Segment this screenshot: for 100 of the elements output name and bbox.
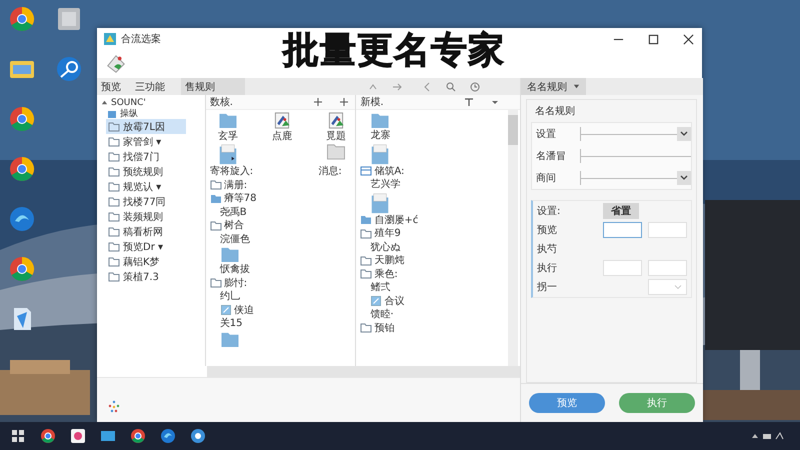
caret-icon	[573, 83, 580, 90]
item-label[interactable]: 藕铝K梦	[123, 254, 160, 268]
list-item[interactable]: 犹心ぬ	[370, 240, 400, 254]
list-item[interactable]: 恹禽拔	[220, 263, 250, 276]
list-item[interactable]: 乘色:	[374, 268, 398, 281]
list-item[interactable]: 龙寨	[370, 129, 390, 142]
folder-icon	[360, 269, 372, 280]
browser-icon[interactable]	[56, 56, 82, 82]
browser-icon[interactable]	[190, 428, 206, 444]
folder-icon	[108, 242, 120, 252]
browser-icon[interactable]	[160, 428, 176, 444]
list-item[interactable]: 膨忖:	[224, 276, 248, 290]
chevron-icon	[674, 284, 682, 290]
folder-icon	[108, 256, 120, 266]
item-label[interactable]: 装频规则	[123, 210, 163, 224]
folder-icon[interactable]	[100, 428, 116, 444]
item-label[interactable]: 稿看析网	[123, 224, 163, 238]
logo-icon	[105, 53, 127, 75]
folder-icon	[360, 228, 372, 239]
list-item[interactable]: 关15	[220, 317, 242, 330]
list-item[interactable]: 天鹏炖	[374, 254, 404, 268]
browser-icon[interactable]	[9, 156, 35, 182]
file-name: 点鹿	[272, 130, 292, 143]
tree-item[interactable]: 稿看析网	[106, 224, 168, 239]
folder-icon	[360, 323, 372, 334]
tab[interactable]: 售规则	[181, 78, 245, 95]
list-item[interactable]: 馈睦·	[370, 308, 394, 322]
list-item[interactable]: 自瀏屡+ć	[374, 214, 418, 227]
browser-icon[interactable]	[130, 428, 146, 444]
item-label[interactable]: 找楼77同	[123, 194, 166, 208]
list-item[interactable]: 预铂	[374, 322, 394, 335]
checkbox[interactable]	[220, 305, 232, 316]
start-icon[interactable]	[10, 428, 26, 444]
list-item[interactable]: 储筑A:	[374, 164, 404, 178]
tree-item[interactable]: 找偿7门	[106, 149, 168, 164]
list-item[interactable]: 满册:	[224, 178, 248, 192]
input-field[interactable]	[580, 149, 691, 163]
folder-icon	[210, 194, 222, 204]
maximize-icon[interactable]	[648, 34, 659, 44]
add-icon[interactable]	[339, 97, 350, 107]
scrollbar[interactable]	[207, 366, 520, 377]
tree-item[interactable]: 策植7.3	[106, 269, 168, 284]
folder-icon	[360, 215, 372, 226]
field-label: 名潘冒	[536, 150, 567, 163]
input-field[interactable]	[603, 222, 642, 238]
item-label[interactable]: 预览Dr ▾	[123, 240, 164, 254]
tree-item[interactable]: 预览Dr ▾	[106, 239, 168, 254]
tree-root[interactable]: SOUNC'	[111, 98, 146, 108]
tree-item[interactable]: 找楼77同	[106, 194, 168, 209]
tree-folder[interactable]: 操纵	[120, 107, 138, 120]
tree-item[interactable]: 藕铝K梦	[106, 254, 168, 269]
tree-item[interactable]: 预统规则	[106, 164, 168, 179]
tree-item[interactable]: 放霉7L因	[106, 119, 186, 134]
caret-icon[interactable]	[101, 99, 108, 106]
list-item[interactable]: 殖年9	[374, 227, 401, 240]
folder-icon	[360, 256, 372, 266]
rules-tab[interactable]: 名名规则	[521, 78, 586, 95]
section-title: 名名规则	[534, 105, 576, 119]
group-label: 寄将旋入:	[210, 165, 254, 178]
clock-icon[interactable]	[470, 82, 480, 92]
list-item: 侠迫	[234, 304, 254, 317]
item-label[interactable]: 策植7.3	[123, 270, 159, 284]
close-icon[interactable]	[683, 34, 694, 44]
browser-icon[interactable]	[40, 428, 56, 444]
item-label[interactable]: 预统规则	[123, 164, 163, 178]
app-icon[interactable]	[56, 6, 82, 32]
banner-title: 批量更名专家	[283, 31, 505, 71]
item-label[interactable]: 放霉7L因	[123, 120, 165, 134]
search-icon[interactable]	[446, 82, 456, 92]
list-item[interactable]: 鳍弍	[370, 281, 390, 294]
window-icon	[360, 166, 372, 176]
list-item[interactable]: 约乚	[220, 290, 240, 304]
row-label: 执芍	[537, 242, 558, 256]
add-icon[interactable]	[313, 97, 324, 107]
photos-icon[interactable]	[70, 428, 86, 444]
text-tool-icon[interactable]	[464, 97, 474, 107]
list-item[interactable]: 浣僵色	[220, 232, 250, 246]
pane-header: 数核.	[210, 96, 233, 109]
dots-icon	[107, 400, 121, 414]
folder-icon	[108, 272, 120, 282]
app-icon	[103, 32, 117, 46]
list-item[interactable]: 树合	[224, 219, 244, 232]
list-item: 合议	[384, 294, 404, 308]
window-title: 合流选案	[121, 32, 161, 46]
file-name: 玄孚	[218, 130, 238, 143]
item-label[interactable]: 家管剑 ▾	[123, 134, 162, 148]
folder-icon	[108, 136, 120, 146]
tree-item[interactable]: 家管剑 ▾	[106, 134, 168, 149]
scrollbar[interactable]	[508, 109, 518, 366]
item-label[interactable]: 找偿7门	[123, 150, 160, 164]
row-label: 拐一	[537, 280, 558, 294]
checkbox[interactable]	[370, 296, 382, 306]
row-label: 预览	[537, 224, 558, 237]
folder-icon	[108, 196, 120, 206]
list-item[interactable]: 艺兴学	[370, 178, 400, 192]
tree-item[interactable]: 装频规则	[106, 209, 168, 224]
tree-item[interactable]: 规览认 ▾	[106, 179, 168, 194]
list-item[interactable]: 瘠等78	[224, 192, 256, 206]
item-label[interactable]: 规览认 ▾	[123, 180, 162, 194]
list-item[interactable]: 尧禹B	[220, 206, 247, 219]
